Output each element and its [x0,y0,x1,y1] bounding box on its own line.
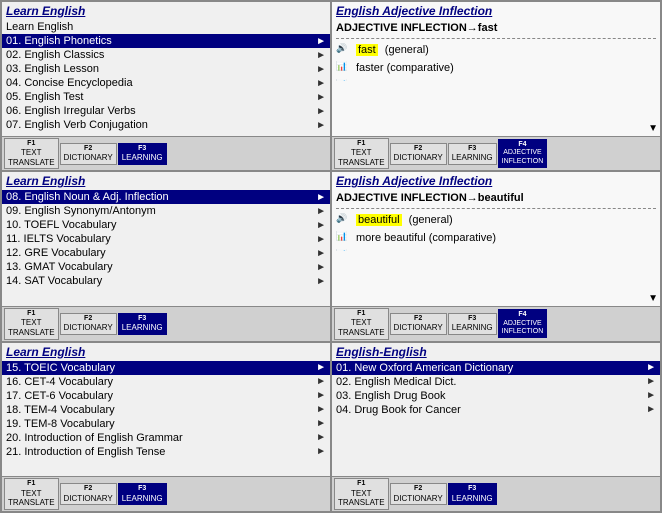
toolbar-f1-translate[interactable]: F1TEXTTRANSLATE [334,138,389,170]
list-item[interactable]: 04. Concise Encyclopedia ► [2,76,330,90]
list-item[interactable]: 20. Introduction of English Grammar ► [2,431,330,445]
toolbar-f3-learning[interactable]: F3LEARNING [118,483,167,505]
inflection-header-fast: ADJECTIVE INFLECTION→fast [332,20,660,36]
list-top-left: 01. English Phonetics ► 02. English Clas… [2,34,330,136]
list-item[interactable]: 16. CET-4 Vocabulary ► [2,375,330,389]
toolbar-f4-adjective[interactable]: F4ADJECTIVEINFLECTION [498,309,548,338]
toolbar-top-right: F1TEXTTRANSLATE F2DICTIONARY F3LEARNING … [332,136,660,171]
panel-top-left: Learn English Learn English 01. English … [1,1,331,171]
toolbar-f2-dictionary[interactable]: F2DICTIONARY [390,313,447,335]
compare-icon: 📊 [336,61,352,75]
divider [336,38,656,39]
toolbar-f2-dictionary[interactable]: F2DICTIONARY [60,483,117,505]
list-item[interactable]: 13. GMAT Vocabulary ► [2,260,330,274]
toolbar-f3-learning[interactable]: F3LEARNING [448,143,497,165]
list-item[interactable]: 10. TOEFL Vocabulary ► [2,218,330,232]
toolbar-f2-dictionary[interactable]: F2DICTIONARY [60,313,117,335]
list-item[interactable]: 01. English Phonetics ► [2,34,330,48]
speaker-icon: 🔊 [336,43,352,57]
list-item[interactable]: 02. English Medical Dict. ► [332,375,660,389]
inflection-item: 📊 more beautiful (comparative) [332,229,660,247]
list-item[interactable]: 17. CET-6 Vocabulary ► [2,389,330,403]
toolbar-f1-translate[interactable]: F1TEXTTRANSLATE [4,478,59,510]
toolbar-bot-right: F1TEXTTRANSLATE F2DICTIONARY F3LEARNING [332,476,660,511]
list-bot-right: 01. New Oxford American Dictionary ► 02.… [332,361,660,419]
panel-mid-right: English Adjective Inflection ADJECTIVE I… [331,171,661,341]
toolbar-f3-learning[interactable]: F3LEARNING [448,483,497,505]
list-item[interactable]: 18. TEM-4 Vocabulary ► [2,403,330,417]
compare-icon: 📊 [336,231,352,245]
panel-bot-left-title: Learn English [2,343,330,361]
list-item[interactable]: 05. English Test ► [2,90,330,104]
inflection-list-fast: 🔊 fast (general) 📊 faster (comparative) … [332,41,660,81]
inflection-item: 🔊 fast (general) [332,41,660,59]
scroll-indicator: ▼ [332,121,660,136]
toolbar-f4-adjective[interactable]: F4ADJECTIVEINFLECTION [498,139,548,168]
list-item[interactable]: 01. New Oxford American Dictionary ► [332,361,660,375]
list-item[interactable]: 03. English Lesson ► [2,62,330,76]
panel-top-right-title: English Adjective Inflection [332,2,660,20]
toolbar-top-left: F1TEXTTRANSLATE F2DICTIONARY F3LEARNING [2,136,330,171]
list-item[interactable]: 06. English Irregular Verbs ► [2,104,330,118]
inflection-item: 🔊 beautiful (general) [332,211,660,229]
list-item[interactable]: 07. English Verb Conjugation ► [2,118,330,132]
panel-mid-right-title: English Adjective Inflection [332,172,660,190]
toolbar-f1-translate[interactable]: F1TEXTTRANSLATE [4,138,59,170]
scroll-indicator: ▼ [332,291,660,306]
inflection-list-beautiful: 🔊 beautiful (general) 📊 more beautiful (… [332,211,660,251]
panel-top-left-subtitle: Learn English [2,20,330,34]
toolbar-f2-dictionary[interactable]: F2DICTIONARY [390,483,447,505]
panel-top-right: English Adjective Inflection ADJECTIVE I… [331,1,661,171]
toolbar-f1-translate[interactable]: F1TEXTTRANSLATE [4,308,59,340]
panel-bot-left: Learn English 15. TOEIC Vocabulary ► 16.… [1,342,331,512]
toolbar-mid-right: F1TEXTTRANSLATE F2DICTIONARY F3LEARNING … [332,306,660,341]
list-item[interactable]: 19. TEM-8 Vocabulary ► [2,417,330,431]
toolbar-bot-left: F1TEXTTRANSLATE F2DICTIONARY F3LEARNING [2,476,330,511]
panel-bot-right-title: English-English [332,343,660,361]
toolbar-f1-translate[interactable]: F1TEXTTRANSLATE [334,308,389,340]
speaker-icon: 🔊 [336,213,352,227]
panel-mid-left: Learn English 08. English Noun & Adj. In… [1,171,331,341]
divider [336,208,656,209]
inflection-item: 📊 faster (comparative) [332,59,660,77]
toolbar-mid-left: F1TEXTTRANSLATE F2DICTIONARY F3LEARNING [2,306,330,341]
list-bot-left: 15. TOEIC Vocabulary ► 16. CET-4 Vocabul… [2,361,330,477]
list-mid-left: 08. English Noun & Adj. Inflection ► 09.… [2,190,330,306]
toolbar-f2-dictionary[interactable]: F2DICTIONARY [390,143,447,165]
panel-top-left-title: Learn English [2,2,330,20]
list-item[interactable]: 09. English Synonym/Antonym ► [2,204,330,218]
main-container: Learn English Learn English 01. English … [0,0,662,513]
list-item[interactable]: 11. IELTS Vocabulary ► [2,232,330,246]
toolbar-f3-learning[interactable]: F3LEARNING [448,313,497,335]
list-item[interactable]: 02. English Classics ► [2,48,330,62]
list-item[interactable]: 04. Drug Book for Cancer ► [332,403,660,417]
list-item[interactable]: 03. English Drug Book ► [332,389,660,403]
list-item[interactable]: 08. English Noun & Adj. Inflection ► [2,190,330,204]
list-item[interactable]: 15. TOEIC Vocabulary ► [2,361,330,375]
panel-mid-left-title: Learn English [2,172,330,190]
inflection-header-beautiful: ADJECTIVE INFLECTION→beautiful [332,190,660,206]
toolbar-f2-dictionary[interactable]: F2DICTIONARY [60,143,117,165]
list-item[interactable]: 12. GRE Vocabulary ► [2,246,330,260]
list-item[interactable]: 21. Introduction of English Tense ► [2,445,330,459]
toolbar-f3-learning[interactable]: F3LEARNING [118,143,167,165]
toolbar-f1-translate[interactable]: F1TEXTTRANSLATE [334,478,389,510]
list-item[interactable]: 14. SAT Vocabulary ► [2,274,330,288]
panel-bot-right: English-English 01. New Oxford American … [331,342,661,512]
toolbar-f3-learning[interactable]: F3LEARNING [118,313,167,335]
